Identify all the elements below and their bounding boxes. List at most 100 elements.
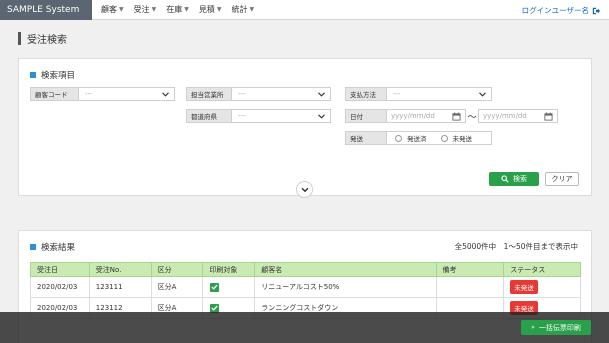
radio-shipped[interactable]: 発送済 <box>395 133 427 143</box>
search-button[interactable]: 検索 <box>489 172 539 186</box>
calendar-icon[interactable] <box>452 111 461 121</box>
payment-method-field: 支払方法 --- <box>345 87 492 101</box>
sales-office-label: 担当営業所 <box>186 87 232 101</box>
prefecture-value: --- <box>238 112 246 120</box>
print-checkbox[interactable] <box>210 282 220 292</box>
column-header[interactable]: 区分 <box>152 263 204 276</box>
title-accent-bar <box>18 32 21 45</box>
bottom-action-bar: » 一括伝票印刷 <box>0 312 609 343</box>
cell-status: 未発送 <box>504 277 580 297</box>
cell-category: 区分A <box>152 277 204 297</box>
nav-item-orders[interactable]: 受注 ▼ <box>134 4 157 15</box>
sales-office-select[interactable]: --- <box>232 87 331 101</box>
double-chevron-right-icon: » <box>531 324 535 331</box>
table-row[interactable]: 2020/02/03 123111 区分A リニューアルコスト50% 未発送 <box>30 277 581 298</box>
nav-item-label: 見積 <box>198 5 215 14</box>
search-panel-title: 検索項目 <box>30 69 75 81</box>
sales-office-field: 担当営業所 --- <box>186 87 331 101</box>
payment-method-select[interactable]: --- <box>387 87 492 101</box>
shipping-label: 発送 <box>345 131 387 145</box>
shipping-field: 発送 発送済 未発送 <box>345 131 492 145</box>
brand-logo[interactable]: SAMPLE System <box>0 0 92 20</box>
date-range-separator: 〜 <box>467 112 477 123</box>
nav-item-label: 統計 <box>231 5 248 14</box>
user-menu-link[interactable]: ログインユーザー名 <box>522 5 600 16</box>
chevron-down-icon <box>479 91 486 97</box>
bulk-print-button-label: 一括伝票印刷 <box>538 323 581 332</box>
expand-toggle-button[interactable] <box>296 181 313 198</box>
top-navigation: SAMPLE System 顧客 ▼ 受注 ▼ 在庫 ▼ 見積 ▼ 統計 ▼ ログインユー… <box>0 0 609 20</box>
result-count: 全5000件中 1〜50件目まで表示中 <box>454 242 578 251</box>
date-range-field: 日付 yyyy/mm/dd 〜 yyyy/mm/dd <box>345 109 558 123</box>
column-header[interactable]: ステータス <box>504 263 580 276</box>
results-panel-title-text: 検索結果 <box>41 243 76 253</box>
chevron-down-icon: ▼ <box>249 6 255 13</box>
cell-customer-name: リニューアルコスト50% <box>255 277 437 297</box>
clear-button[interactable]: クリア <box>545 172 579 186</box>
column-header[interactable]: 顧客名 <box>255 263 437 276</box>
page-title-text: 受注検索 <box>27 35 67 46</box>
nav-item-label: 顧客 <box>101 5 117 14</box>
page-title: 受注検索 <box>18 31 67 46</box>
chevron-down-icon <box>318 91 325 97</box>
prefecture-select[interactable]: --- <box>232 109 331 123</box>
user-name-label: ログインユーザー名 <box>521 6 589 15</box>
chevron-down-icon <box>162 91 169 97</box>
chevron-down-icon <box>318 113 325 119</box>
calendar-icon[interactable] <box>544 111 553 121</box>
radio-circle-icon <box>440 134 448 142</box>
chevron-down-icon <box>301 187 308 192</box>
logout-icon <box>592 7 600 14</box>
column-header[interactable]: 印刷対象 <box>203 263 256 276</box>
nav-item-customer[interactable]: 顧客 ▼ <box>101 4 124 15</box>
radio-shipped-label: 発送済 <box>407 135 427 143</box>
checkmark-icon <box>211 284 219 290</box>
prefecture-field: 都道府県 --- <box>186 109 331 123</box>
chevron-down-icon: ▼ <box>216 6 222 13</box>
date-to-input[interactable]: yyyy/mm/dd <box>478 109 558 123</box>
payment-method-label: 支払方法 <box>345 87 387 101</box>
customer-code-value: --- <box>85 90 93 98</box>
nav-item-label: 受注 <box>133 5 150 14</box>
search-panel: 検索項目 顧客コード --- 担当営業所 --- 支払方法 --- 都道府県 -… <box>18 58 592 196</box>
table-header: 受注日 受注No. 区分 印刷対象 顧客名 備考 ステータス <box>30 262 581 277</box>
section-square-icon <box>30 244 36 250</box>
payment-method-value: --- <box>393 90 401 98</box>
checkmark-icon <box>211 305 219 311</box>
customer-code-field: 顧客コード --- <box>30 87 175 101</box>
date-from-input[interactable]: yyyy/mm/dd <box>387 109 466 123</box>
column-header[interactable]: 受注No. <box>90 263 152 276</box>
date-label: 日付 <box>345 109 387 123</box>
date-from-placeholder: yyyy/mm/dd <box>391 112 435 120</box>
cell-print-target <box>203 277 256 297</box>
nav-item-statistics[interactable]: 統計 ▼ <box>232 4 255 15</box>
shipping-radio-group: 発送済 未発送 <box>387 131 492 145</box>
customer-code-select[interactable]: --- <box>79 87 175 101</box>
cell-order-date: 2020/02/03 <box>31 277 90 297</box>
chevron-down-icon: ▼ <box>184 6 189 13</box>
nav-item-estimates[interactable]: 見積 ▼ <box>199 4 222 15</box>
results-panel-title: 検索結果 <box>30 241 75 253</box>
results-table: 受注日 受注No. 区分 印刷対象 顧客名 備考 ステータス 2020/02/0… <box>30 262 581 319</box>
chevron-down-icon: ▼ <box>119 6 124 13</box>
date-to-placeholder: yyyy/mm/dd <box>483 112 527 120</box>
nav-item-inventory[interactable]: 在庫 ▼ <box>166 4 189 15</box>
radio-circle-icon <box>395 134 402 142</box>
prefecture-label: 都道府県 <box>186 109 232 123</box>
customer-code-label: 顧客コード <box>30 87 79 101</box>
search-icon <box>501 175 509 183</box>
nav-item-label: 在庫 <box>166 5 183 14</box>
status-badge: 未発送 <box>510 280 538 294</box>
section-square-icon <box>30 72 36 78</box>
column-header[interactable]: 備考 <box>437 263 505 276</box>
radio-unshipped[interactable]: 未発送 <box>440 133 473 143</box>
cell-order-no: 123111 <box>90 277 152 297</box>
column-header[interactable]: 受注日 <box>31 263 90 276</box>
cell-note <box>437 277 505 297</box>
search-panel-title-text: 検索項目 <box>41 71 76 81</box>
bulk-print-button[interactable]: » 一括伝票印刷 <box>521 320 591 335</box>
radio-unshipped-label: 未発送 <box>452 135 473 143</box>
sales-office-value: --- <box>238 90 246 98</box>
chevron-down-icon: ▼ <box>151 6 157 13</box>
main-nav: 顧客 ▼ 受注 ▼ 在庫 ▼ 見積 ▼ 統計 ▼ <box>101 4 264 15</box>
